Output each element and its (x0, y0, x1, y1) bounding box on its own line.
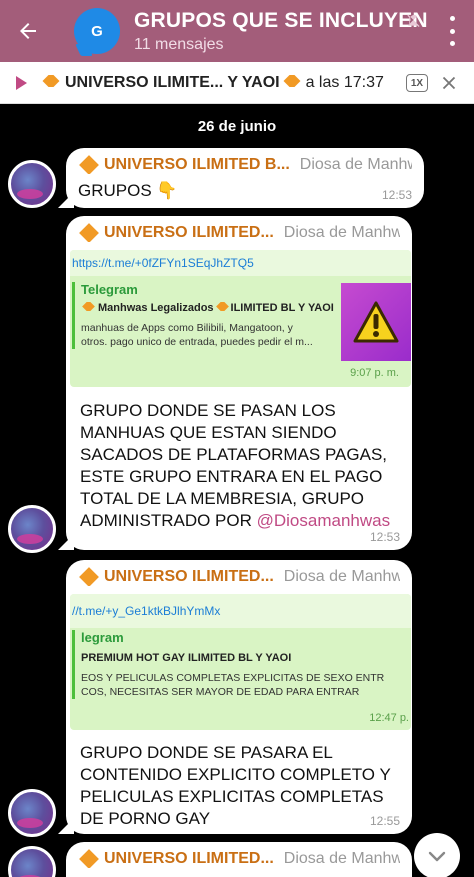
message-line: ESTE GRUPO ENTRARA EN EL PAGO (80, 467, 383, 486)
message-time: 12:53 (369, 530, 400, 544)
preview-site: Telegram (81, 282, 138, 297)
chat-header: G GRUPOS QUE SE INCLUYEN 11 mensajes (0, 0, 474, 62)
orange-diamond-icon (215, 302, 229, 311)
chat-screen: G GRUPOS QUE SE INCLUYEN 11 mensajes UNI… (0, 0, 474, 877)
orange-diamond-icon (79, 849, 99, 868)
message-bubble[interactable]: UNIVERSO ILIMITED B... Diosa de Manhwas … (58, 148, 424, 208)
message-time: 12:55 (369, 814, 400, 828)
sender-row: UNIVERSO ILIMITED... Diosa de Manhwas (78, 842, 400, 868)
message-text: GRUPOS 👇 (78, 181, 178, 200)
preview-time: 12:47 p. (369, 712, 409, 724)
message-line: MANHUAS QUE ESTAN SIENDO (80, 423, 337, 442)
orange-diamond-icon (79, 155, 99, 174)
message-line: DE PORNO GAY (80, 809, 211, 828)
arrow-left-icon (20, 23, 36, 39)
preview-description: otros. pago unico de entrada, puedes ped… (81, 336, 313, 348)
sender-name[interactable]: UNIVERSO ILIMITED B... (104, 156, 290, 174)
bell-off-icon (407, 14, 420, 27)
preview-description: EOS Y PELICULAS COMPLETAS EXPLICITAS DE … (81, 672, 385, 684)
pinned-title-row: UNIVERSO ILIMITE... Y YAOI a las 17:37 (41, 74, 384, 92)
message-text: GRUPO DONDE SE PASAN LOS MANHUAS QUE EST… (80, 400, 410, 532)
message-line: PELICULAS EXPLICITAS COMPLETAS (80, 787, 384, 806)
orange-diamond-icon (79, 567, 99, 586)
avatar[interactable] (8, 846, 56, 877)
orange-diamond-icon (79, 223, 99, 242)
date-label: 26 de junio (197, 118, 277, 135)
preview-description: manhuas de Apps como Bilibili, Mangatoon… (81, 322, 293, 334)
mention-link[interactable]: @Diosamanhwas (257, 511, 390, 530)
preview-card: legram PREMIUM HOT GAY ILIMITED BL Y YAO… (72, 630, 402, 699)
pinned-audio-bar[interactable]: UNIVERSO ILIMITE... Y YAOI a las 17:37 1X (0, 62, 474, 104)
more-vertical-icon[interactable] (442, 16, 462, 46)
sender-role: Diosa de Manhwas (283, 568, 400, 585)
back-button[interactable] (0, 0, 56, 62)
scroll-down-button[interactable] (414, 833, 460, 877)
chat-title: GRUPOS QUE SE INCLUYEN (134, 8, 428, 32)
pinned-time: a las 17:37 (305, 73, 384, 91)
playback-speed-button[interactable]: 1X (406, 74, 428, 92)
sender-name[interactable]: UNIVERSO ILIMITED... (104, 568, 274, 586)
link-preview-image[interactable]: //t.me/+y_Ge1ktkBJlhYmMx legram PREMIUM … (70, 594, 411, 730)
message-line: TOTAL DE LA MEMBRESIA, GRUPO (80, 489, 365, 508)
message-line: ADMINISTRADO POR @Diosamanhwas (80, 511, 391, 530)
warning-icon (353, 301, 399, 343)
chevron-down-icon (428, 851, 446, 862)
preview-site: legram (81, 630, 124, 645)
preview-description: COS, NECESITAS SER MAYOR DE EDAD PARA EN… (81, 686, 360, 698)
message-line: GRUPO DONDE SE PASAN LOS (80, 401, 336, 420)
preview-title: PREMIUM HOT GAY ILIMITED BL Y YAOI (81, 652, 292, 664)
sender-role: Diosa de Manhwas (283, 850, 400, 867)
group-avatar[interactable]: G (74, 8, 120, 54)
preview-title: Manhwas Legalizados ILIMITED BL Y YAOI (81, 301, 334, 315)
preview-thumbnail (341, 283, 411, 361)
close-icon[interactable] (438, 72, 460, 94)
play-icon[interactable] (16, 75, 27, 90)
message-count: 11 mensajes (134, 35, 224, 53)
message-line: GRUPO DONDE SE PASARA EL (80, 743, 333, 762)
pinned-title: UNIVERSO ILIMITE... Y YAOI (65, 73, 280, 91)
sender-name[interactable]: UNIVERSO ILIMITED... (104, 850, 274, 868)
date-separator: 26 de junio (0, 118, 474, 136)
message-line: SACADOS DE PLATAFORMAS PAGAS, (80, 445, 388, 464)
orange-diamond-icon (283, 74, 301, 87)
preview-card: Telegram Manhwas Legalizados ILIMITED BL … (72, 282, 334, 349)
preview-time: 9:07 p. m. (350, 367, 399, 379)
sender-role: Diosa de Manhwas (299, 156, 412, 173)
sender-row: UNIVERSO ILIMITED B... Diosa de Manhwas (78, 148, 412, 174)
preview-link[interactable]: https://t.me/+0fZFYn1SEqJhZTQ5 (70, 250, 411, 276)
sender-role: Diosa de Manhwas (283, 224, 400, 241)
avatar[interactable] (8, 505, 56, 553)
message-bubble[interactable]: UNIVERSO ILIMITED... Diosa de Manhwas (66, 842, 412, 877)
avatar[interactable] (8, 789, 56, 837)
sender-name[interactable]: UNIVERSO ILIMITED... (104, 224, 274, 242)
bubble-tail (58, 534, 74, 550)
chat-title-area[interactable]: GRUPOS QUE SE INCLUYEN 11 mensajes (134, 9, 474, 54)
group-avatar-letter: G (91, 22, 103, 40)
avatar[interactable] (8, 160, 56, 208)
message-text: GRUPO DONDE SE PASARA EL CONTENIDO EXPLI… (80, 742, 410, 830)
bubble-tail (58, 192, 74, 208)
orange-diamond-icon (82, 302, 95, 311)
message-line: CONTENIDO EXPLICITO COMPLETO Y (80, 765, 391, 784)
sender-row: UNIVERSO ILIMITED... Diosa de Manhwas (78, 216, 400, 242)
sender-row: UNIVERSO ILIMITED... Diosa de Manhwas (78, 560, 400, 586)
orange-diamond-icon (42, 74, 60, 87)
link-preview-image[interactable]: https://t.me/+0fZFYn1SEqJhZTQ5 Telegram … (70, 250, 411, 387)
message-time: 12:53 (381, 188, 412, 202)
bubble-tail (58, 818, 74, 834)
preview-link[interactable]: //t.me/+y_Ge1ktkBJlhYmMx (70, 594, 411, 628)
